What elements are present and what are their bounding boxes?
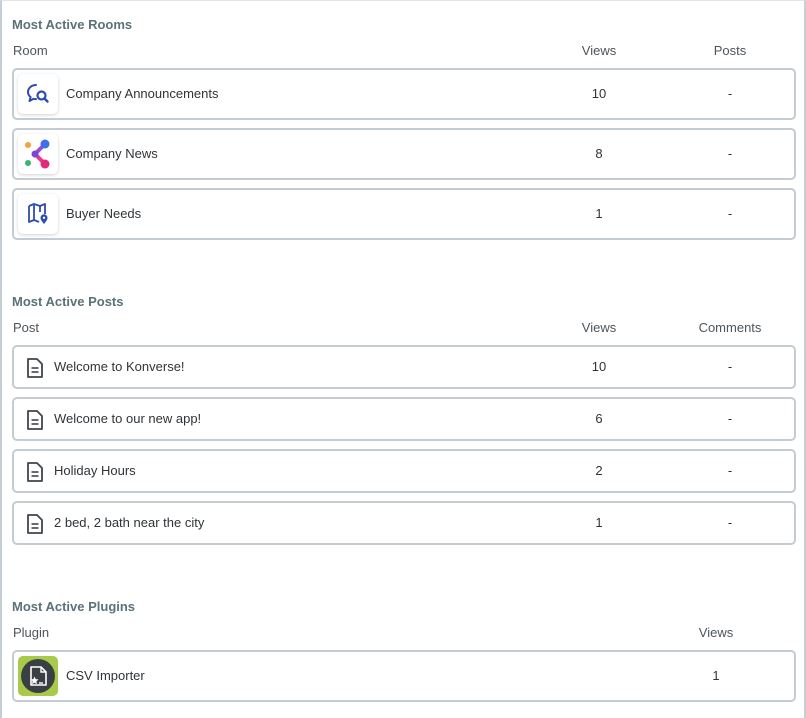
column-header-room: Room [13,43,48,58]
room-posts: - [727,86,733,101]
search-chat-icon [18,74,58,114]
document-icon [27,358,43,378]
post-comments: - [727,515,733,530]
room-name: Company News [66,146,158,161]
room-posts: - [727,146,733,161]
post-row[interactable]: Welcome to our new app! 6 - [12,397,796,441]
column-header-post: Post [13,320,40,335]
post-comments: - [727,411,733,426]
post-title: Welcome to our new app! [54,411,202,426]
section-title: Most Active Plugins [12,599,136,614]
room-views: 1 [595,206,603,221]
room-row-buyer-needs[interactable]: Buyer Needs 1 - [12,188,796,240]
share-network-icon [18,134,58,174]
room-name: Buyer Needs [66,206,142,221]
plugin-views: 1 [712,668,720,683]
document-icon [27,462,43,482]
section-title: Most Active Rooms [12,17,133,32]
post-comments: - [727,463,733,478]
room-views: 10 [591,86,607,101]
plugins-table-header: Plugin Views [12,625,796,645]
column-header-views: Views [581,320,617,335]
room-posts: - [727,206,733,221]
dashboard-panel: Most Active Rooms Room Views Posts Compa… [0,0,806,718]
rooms-table-header: Room Views Posts [12,43,796,63]
csv-import-icon [18,656,58,696]
post-row[interactable]: 2 bed, 2 bath near the city 1 - [12,501,796,545]
document-icon [27,410,43,430]
post-title: 2 bed, 2 bath near the city [54,515,205,530]
post-row[interactable]: Welcome to Konverse! 10 - [12,345,796,389]
plugin-row-csv-importer[interactable]: CSV Importer 1 [12,650,796,702]
post-title: Holiday Hours [54,463,136,478]
room-views: 8 [595,146,603,161]
column-header-views: Views [581,43,617,58]
most-active-rooms-section: Most Active Rooms Room Views Posts Compa… [12,16,796,240]
map-pin-icon [18,194,58,234]
plugin-name: CSV Importer [66,668,145,683]
most-active-posts-section: Most Active Posts Post Views Comments We… [12,293,796,545]
post-row[interactable]: Holiday Hours 2 - [12,449,796,493]
section-title: Most Active Posts [12,294,124,309]
room-name: Company Announcements [66,86,219,101]
document-icon [27,514,43,534]
posts-table-header: Post Views Comments [12,320,796,340]
post-comments: - [727,359,733,374]
post-views: 1 [595,515,603,530]
room-row-company-news[interactable]: Company News 8 - [12,128,796,180]
room-row-company-announcements[interactable]: Company Announcements 10 - [12,68,796,120]
column-header-posts: Posts [713,43,747,58]
most-active-plugins-section: Most Active Plugins Plugin Views CSV Imp… [12,598,796,702]
column-header-plugin: Plugin [13,625,50,640]
column-header-views: Views [698,625,734,640]
post-views: 6 [595,411,603,426]
column-header-comments: Comments [698,320,762,335]
post-views: 10 [591,359,607,374]
post-views: 2 [595,463,603,478]
post-title: Welcome to Konverse! [54,359,185,374]
